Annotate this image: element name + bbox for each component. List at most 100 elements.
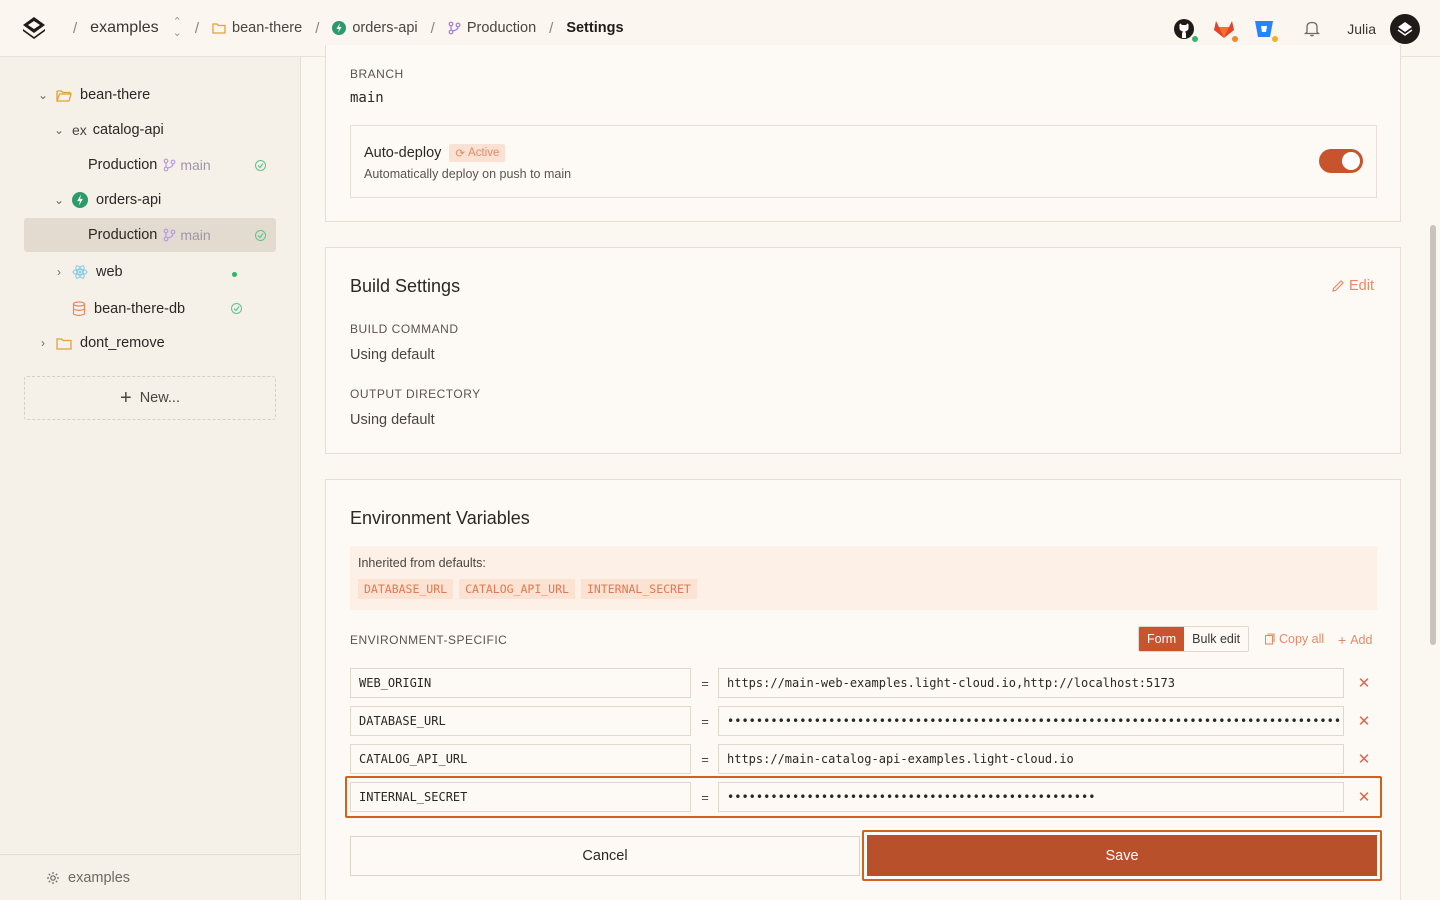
inherited-chip: DATABASE_URL: [358, 579, 454, 599]
env-value-input[interactable]: ••••••••••••••••••••••••••••••••••••••••…: [718, 782, 1344, 812]
folder-icon: [56, 337, 72, 350]
status-badge-label: Active: [468, 147, 500, 159]
bolt-service-icon: [332, 21, 347, 35]
breadcrumb-service[interactable]: orders-api: [332, 20, 418, 36]
inherited-box: Inherited from defaults: DATABASE_URL CAT…: [350, 546, 1377, 610]
branch-value: main: [350, 90, 384, 106]
sidebar-footer[interactable]: examples: [0, 854, 300, 900]
tree-item-bean-there[interactable]: ⌄ bean-there: [36, 78, 150, 112]
add-label: Add: [1350, 633, 1373, 647]
status-dot-icon: [1270, 33, 1281, 44]
inherited-chip: INTERNAL_SECRET: [580, 579, 697, 599]
bitbucket-icon[interactable]: [1251, 16, 1281, 44]
avatar-logo-icon: [1397, 21, 1413, 36]
tree-item-catalog-production[interactable]: Production main: [88, 148, 211, 182]
tree-item-label: Production: [88, 157, 158, 173]
build-settings-title: Build Settings: [350, 276, 461, 296]
app-logo-icon[interactable]: [22, 16, 46, 40]
output-directory-label: OUTPUT DIRECTORY: [350, 387, 481, 401]
autodeploy-description: Automatically deploy on push to main: [364, 167, 572, 181]
copy-all-button[interactable]: Copy all: [1264, 632, 1324, 646]
git-branch-icon: [448, 21, 461, 35]
bolt-service-icon: [72, 192, 88, 208]
cancel-button[interactable]: Cancel: [350, 836, 860, 876]
env-value-input[interactable]: https://main-web-examples.light-cloud.io…: [718, 668, 1344, 698]
edit-label: Edit: [1349, 278, 1374, 294]
tree-item-label: orders-api: [96, 192, 162, 208]
new-button-label: New...: [139, 390, 180, 406]
remove-variable-icon[interactable]: ✕: [1354, 674, 1374, 692]
plus-icon: +: [1338, 632, 1347, 648]
check-circle-icon: [255, 230, 266, 241]
env-value-input[interactable]: https://main-catalog-api-examples.light-…: [718, 744, 1344, 774]
status-dot-icon: [1230, 33, 1241, 44]
branch-label: BRANCH: [350, 67, 404, 81]
build-settings-card: Build Settings Edit BUILD COMMAND Using …: [325, 247, 1401, 454]
breadcrumb-team[interactable]: examples ⌃ ⌄: [90, 17, 182, 39]
github-icon[interactable]: [1171, 16, 1201, 44]
chevron-right-icon[interactable]: ›: [52, 265, 66, 279]
build-command-label: BUILD COMMAND: [350, 322, 459, 336]
breadcrumb-project-label: bean-there: [232, 20, 303, 36]
remove-variable-icon[interactable]: ✕: [1354, 712, 1374, 730]
tree-item-label: dont_remove: [80, 335, 165, 351]
chevron-down-icon[interactable]: ⌄: [52, 193, 66, 207]
copy-icon: [1264, 633, 1275, 645]
remove-variable-icon[interactable]: ✕: [1354, 788, 1374, 806]
autodeploy-title: Auto-deploy: [364, 145, 442, 161]
build-command-value: Using default: [350, 347, 435, 363]
add-variable-button[interactable]: + Add: [1338, 632, 1372, 648]
footer-label: examples: [68, 869, 131, 886]
refresh-icon: ⟳: [455, 148, 466, 160]
breadcrumb-project[interactable]: bean-there: [212, 20, 302, 36]
env-key-input[interactable]: WEB_ORIGIN: [350, 668, 691, 698]
breadcrumb-team-label: examples: [90, 19, 159, 36]
branch-tag: main: [163, 157, 211, 173]
user-name[interactable]: Julia: [1347, 21, 1376, 37]
plus-icon: +: [120, 386, 132, 409]
folder-icon: [212, 23, 226, 34]
autodeploy-toggle[interactable]: [1319, 149, 1363, 173]
gitlab-icon[interactable]: [1211, 16, 1241, 44]
git-branch-icon: [163, 158, 176, 172]
tree-item-label: bean-there-db: [94, 301, 186, 317]
env-key-input[interactable]: CATALOG_API_URL: [350, 744, 691, 774]
tree-item-bean-there-db[interactable]: bean-there-db: [72, 292, 185, 326]
copy-all-label: Copy all: [1279, 632, 1325, 646]
chevron-down-icon[interactable]: ⌄: [52, 123, 66, 137]
status-badge: ⟳ Active: [449, 144, 506, 162]
breadcrumb-environment[interactable]: Production: [448, 20, 536, 36]
env-value-input[interactable]: ••••••••••••••••••••••••••••••••••••••••…: [718, 706, 1344, 736]
check-circle-icon: [231, 303, 242, 314]
scrollbar[interactable]: [1430, 225, 1436, 645]
chevron-down-icon[interactable]: ⌄: [36, 88, 50, 102]
status-dot-icon: [232, 272, 237, 277]
chevron-right-icon[interactable]: ›: [36, 336, 50, 350]
pencil-icon: [1332, 280, 1344, 292]
tree-item-label: web: [96, 264, 123, 280]
bulk-edit-button[interactable]: Bulk edit: [1184, 627, 1249, 651]
env-specific-label: ENVIRONMENT-SPECIFIC: [350, 633, 508, 647]
tree-item-catalog-api[interactable]: ⌄ ex catalog-api: [52, 113, 164, 147]
edit-button[interactable]: Edit: [1331, 278, 1374, 294]
tree-item-dont-remove[interactable]: › dont_remove: [36, 326, 165, 360]
env-key-input[interactable]: INTERNAL_SECRET: [350, 782, 691, 812]
tree-item-label: bean-there: [80, 87, 151, 103]
form-mode-button[interactable]: Form: [1139, 627, 1185, 651]
sidebar: ⌄ bean-there ⌄ ex catalog-api Production…: [0, 57, 301, 900]
chevron-updown-icon[interactable]: ⌃ ⌄: [173, 17, 182, 39]
inherited-label: Inherited from defaults:: [358, 556, 486, 570]
avatar[interactable]: [1390, 13, 1420, 44]
new-button[interactable]: + New...: [24, 376, 276, 420]
edit-mode-toggle: Form Bulk edit: [1138, 626, 1250, 652]
tree-item-orders-production[interactable]: Production main: [88, 218, 211, 252]
tree-item-orders-api[interactable]: ⌄ orders-api: [52, 183, 161, 217]
env-key-input[interactable]: DATABASE_URL: [350, 706, 691, 736]
breadcrumb-page-label: Settings: [566, 20, 624, 36]
remove-variable-icon[interactable]: ✕: [1354, 750, 1374, 768]
breadcrumb-separator: /: [549, 19, 554, 37]
save-button[interactable]: Save: [867, 835, 1377, 876]
bell-icon[interactable]: [1299, 16, 1325, 42]
tree-item-web[interactable]: › web: [52, 255, 123, 289]
express-icon: ex: [72, 122, 87, 138]
